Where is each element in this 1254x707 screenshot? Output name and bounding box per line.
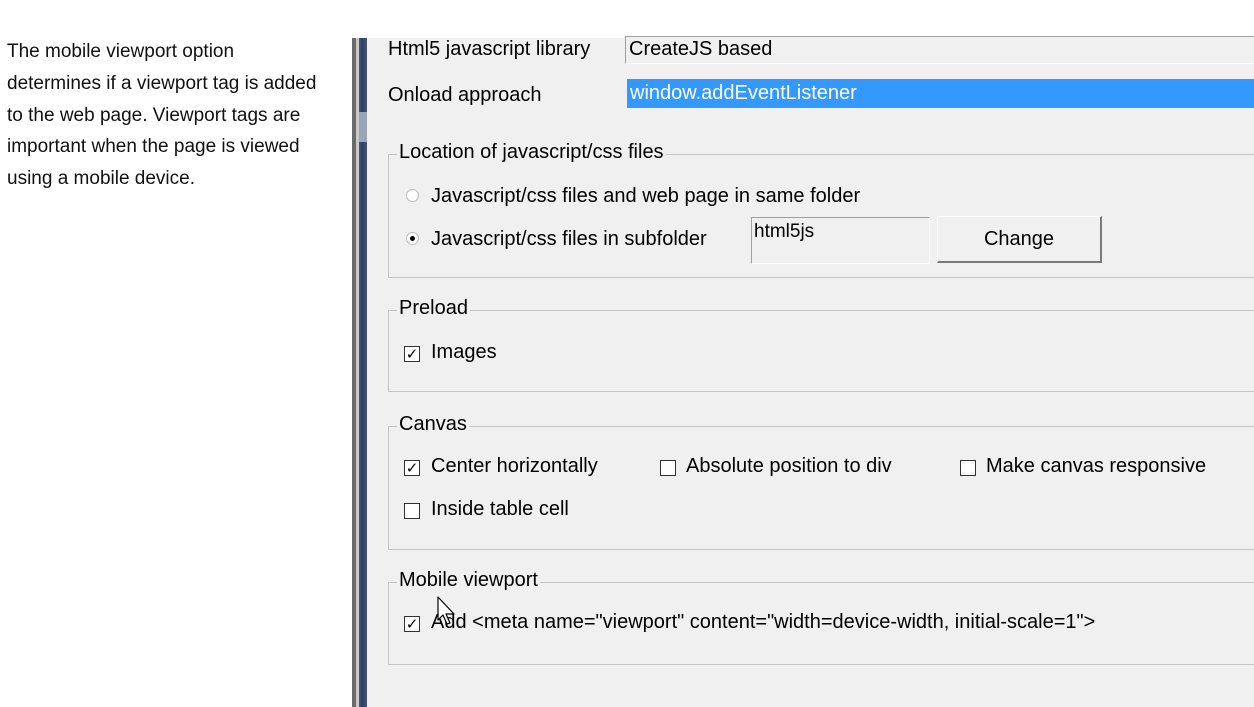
library-label: Html5 javascript library: [388, 38, 591, 60]
mobile-viewport-group: Mobile viewport ✓ Add <meta name="viewpo…: [388, 569, 1254, 665]
absolute-position-checkbox[interactable]: [660, 460, 676, 476]
help-line: using a mobile device.: [7, 168, 195, 190]
subfolder-field[interactable]: html5js: [751, 217, 930, 264]
absolute-position-label[interactable]: Absolute position to div: [686, 455, 892, 478]
preload-title: Preload: [397, 297, 470, 320]
help-text: The mobile viewport option determines if…: [7, 36, 342, 195]
check-mark-icon: ✓: [405, 345, 419, 363]
settings-panel: Html5 javascript library CreateJS based …: [367, 36, 1254, 707]
splitter-grip[interactable]: [359, 112, 367, 142]
location-group: Location of javascript/css files Javascr…: [388, 141, 1254, 278]
canvas-group: Canvas ✓ Center horizontally Absolute po…: [388, 413, 1254, 550]
center-horizontally-checkbox[interactable]: ✓: [404, 460, 420, 476]
onload-field[interactable]: window.addEventListener: [627, 79, 1254, 108]
responsive-checkbox[interactable]: [960, 460, 976, 476]
radio-subfolder[interactable]: [406, 232, 419, 245]
viewport-checkbox[interactable]: ✓: [404, 616, 420, 632]
mouse-pointer-icon: [437, 596, 455, 625]
subfolder-value: html5js: [754, 221, 815, 242]
check-mark-icon: ✓: [405, 459, 419, 477]
location-title: Location of javascript/css files: [397, 141, 666, 164]
table-cell-checkbox[interactable]: [404, 503, 420, 519]
images-checkbox[interactable]: ✓: [404, 346, 420, 362]
library-field[interactable]: CreateJS based: [625, 36, 1254, 64]
library-value: CreateJS based: [629, 38, 773, 60]
radio-same-folder[interactable]: [406, 189, 419, 202]
radio-same-folder-label[interactable]: Javascript/css files and web page in sam…: [431, 185, 860, 208]
responsive-label[interactable]: Make canvas responsive: [986, 455, 1206, 478]
help-line: The mobile viewport option: [7, 41, 235, 62]
help-line: important when the page is viewed: [7, 136, 300, 158]
help-line: to the web page. Viewport tags are: [7, 104, 301, 126]
change-button[interactable]: Change: [937, 216, 1102, 263]
onload-label: Onload approach: [388, 84, 542, 106]
images-label[interactable]: Images: [431, 341, 497, 364]
check-mark-icon: ✓: [405, 615, 419, 633]
center-horizontally-label[interactable]: Center horizontally: [431, 455, 598, 478]
radio-subfolder-label[interactable]: Javascript/css files in subfolder: [431, 228, 707, 251]
mobile-viewport-title: Mobile viewport: [397, 569, 540, 592]
table-cell-label[interactable]: Inside table cell: [431, 498, 569, 521]
preload-group: Preload ✓ Images: [388, 297, 1254, 392]
help-line: determines if a viewport tag is added: [7, 72, 317, 94]
viewport-label[interactable]: Add <meta name="viewport" content="width…: [431, 611, 1095, 634]
canvas-title: Canvas: [397, 413, 469, 436]
onload-value: window.addEventListener: [630, 82, 857, 104]
